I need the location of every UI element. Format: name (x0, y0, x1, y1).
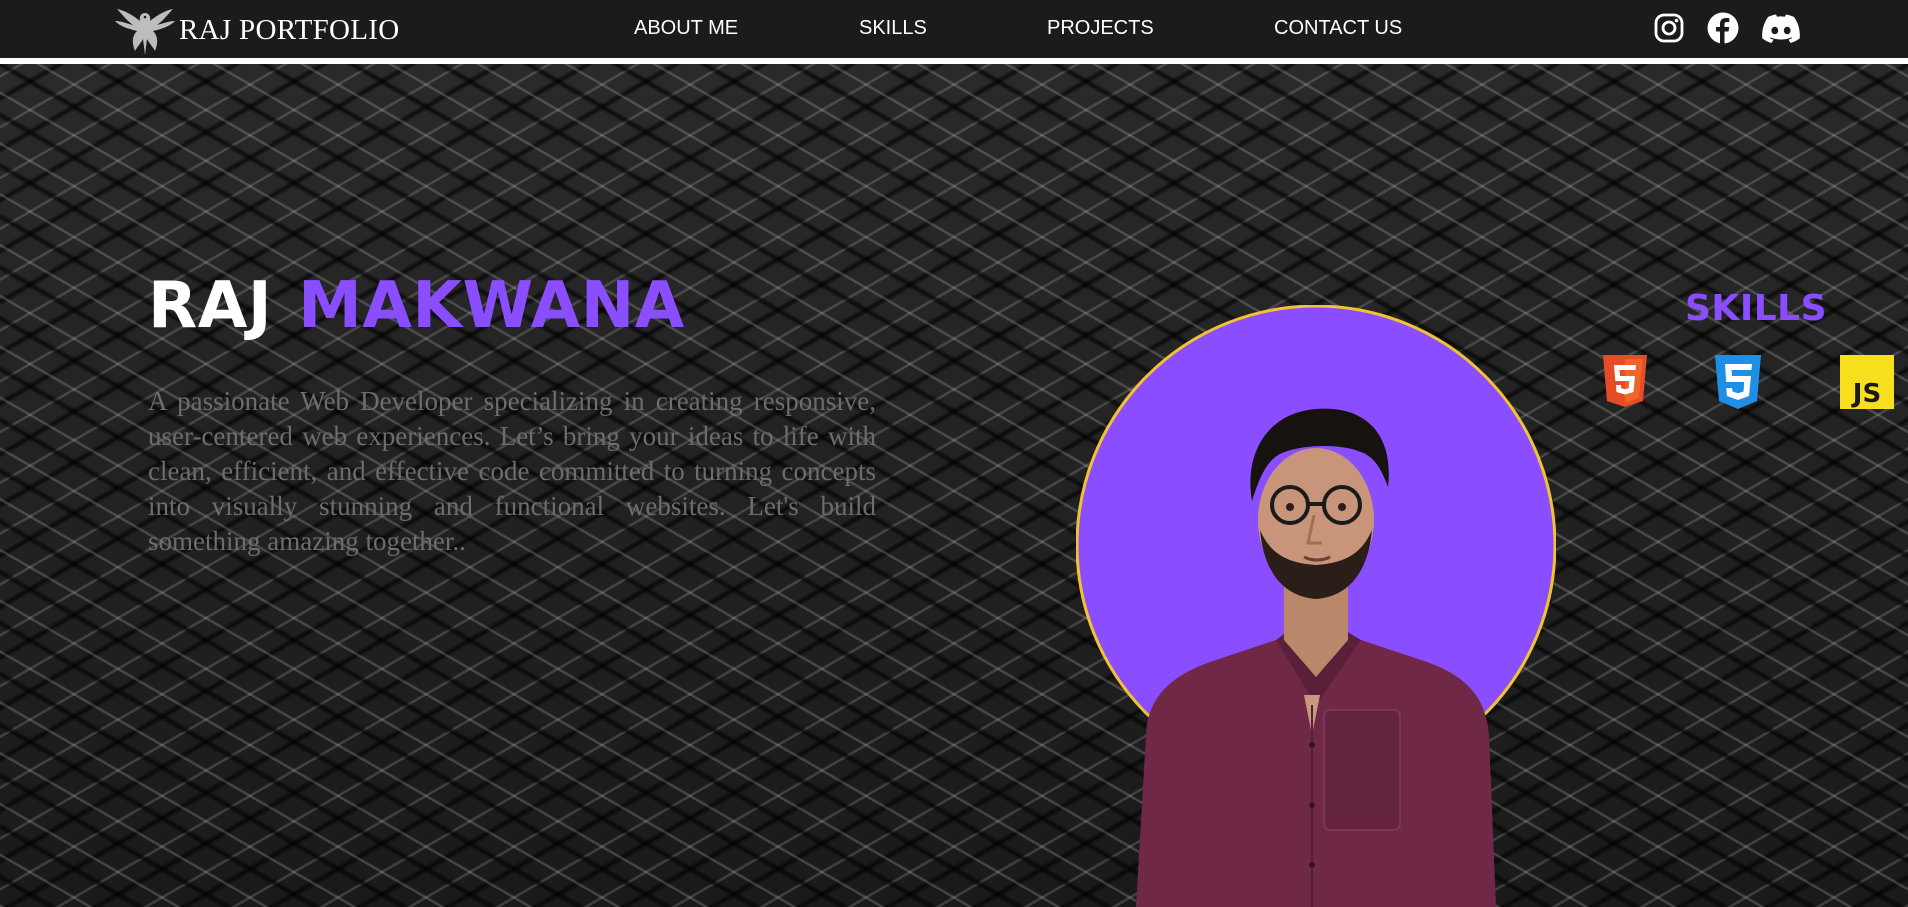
nav-link-contact-us[interactable]: CONTACT US (1274, 17, 1402, 40)
brand-name: RAJ PORTFOLIO (179, 13, 400, 46)
last-name: MAKWANA (298, 269, 685, 343)
html5-icon[interactable] (1603, 355, 1647, 407)
profile-portrait (1076, 305, 1556, 907)
phoenix-logo-icon (115, 9, 175, 55)
brand[interactable]: RAJ PORTFOLIO (113, 3, 400, 57)
svg-text:JS: JS (1851, 379, 1881, 409)
facebook-icon[interactable] (1707, 12, 1739, 44)
nav-link-skills[interactable]: SKILLS (859, 17, 927, 40)
instagram-icon[interactable] (1654, 13, 1684, 43)
discord-icon[interactable] (1762, 14, 1800, 43)
javascript-icon[interactable]: JS (1840, 355, 1894, 409)
first-name: RAJ (148, 269, 273, 343)
nav-link-about-me[interactable]: ABOUT ME (634, 17, 738, 40)
skills-title: SKILLS (1685, 288, 1828, 329)
hero-bio: A passionate Web Developer specializing … (148, 386, 876, 556)
nav-link-projects[interactable]: PROJECTS (1047, 17, 1154, 40)
hero-name: RAJ MAKWANA (148, 268, 685, 344)
top-navbar: RAJ PORTFOLIO ABOUT ME SKILLS PROJECTS C… (0, 0, 1908, 64)
css3-icon[interactable] (1711, 355, 1765, 409)
